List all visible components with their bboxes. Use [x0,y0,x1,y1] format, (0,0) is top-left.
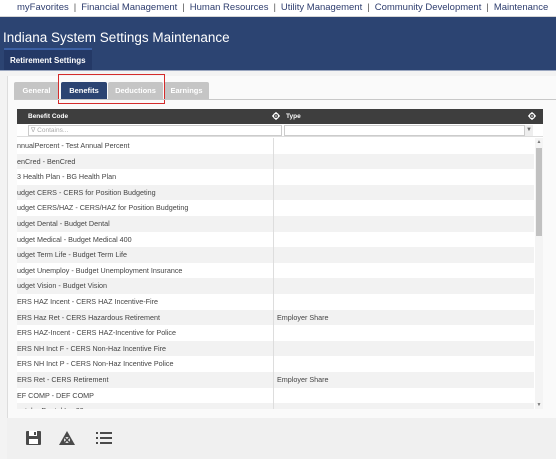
benefit-code-cell: ental- - Dental Ins 09 [17,403,273,409]
benefit-code-cell: nnualPercent - Test Annual Percent [17,141,130,150]
delete-icon[interactable] [58,430,76,446]
filter-row: ∇ Contains... ▼ [17,124,543,137]
benefit-code-cell: ERS Ret - CERS Retirement [17,374,109,384]
column-divider [273,138,274,409]
top-navigation: myFavorites | Financial Management | Human R… [0,0,556,17]
benefit-code-cell: 3 Health Plan - BG Health Plan [17,172,117,182]
benefit-code-cell: udget Medical - Budget Medical 400 [17,234,132,244]
grid-rows: nnualPercent - Test Annual Percent enCred… [17,138,534,409]
nav-separator: | [367,2,370,13]
save-icon[interactable] [25,430,43,446]
vertical-scrollbar[interactable]: ▲ ▼ [535,138,543,409]
benefit-code-cell: ERS NH Inct P - CERS Non-Haz Incentive P… [17,359,174,369]
nav-community-development[interactable]: Community Development [375,2,482,13]
benefit-code-cell: udget Term Life - Budget Term Life [17,250,127,260]
nav-separator: | [273,2,276,13]
table-row[interactable]: ERS NH Inct F - CERS Non-Haz Incentive F… [17,340,534,357]
list-icon[interactable] [95,430,113,446]
benefit-code-cell: ERS NH Inct F - CERS Non-Haz Incentive F… [17,343,166,353]
benefit-code-cell: udget Dental - Budget Dental [17,218,110,228]
nav-utility-management[interactable]: Utility Management [281,2,362,13]
type-filter-select[interactable] [284,125,533,136]
type-cell: Employer Share [277,312,329,322]
table-row[interactable]: udget CERS/HAZ - CERS/HAZ for Position B… [17,200,534,216]
table-row[interactable]: udget CERS - CERS for Position Budgeting [17,184,534,201]
table-row[interactable]: enCred - BenCred [17,153,534,170]
table-row[interactable]: nnualPercent - Test Annual Percent [17,138,534,154]
nav-separator: | [73,2,77,13]
table-row[interactable]: ental- - Dental Ins 09 [17,403,534,409]
benefit-code-cell: ERS Haz Ret - CERS Hazardous Retirement [17,312,160,322]
table-row[interactable]: udget Medical - Budget Medical 400 [17,232,534,248]
grid-header: Benefit Code Type [17,109,543,124]
table-row[interactable]: udget Vision - Budget Vision [17,278,534,294]
nav-myfavorites[interactable]: myFavorites [17,2,69,13]
nav-separator: | [486,2,489,13]
benefit-code-cell: ERS HAZ-Incent - CERS HAZ-Incentive for … [17,328,176,338]
table-row[interactable]: ERS HAZ Incent - CERS HAZ Incentive-Fire [17,294,534,310]
table-row[interactable]: ERS Ret - CERS Retirement Employer Share [17,371,534,388]
nav-human-resources[interactable]: Human Resources [190,2,269,13]
table-row[interactable]: udget Unemploy - Budget Unemployment Ins… [17,263,534,279]
divider [0,70,556,71]
footer-toolbar [7,418,556,459]
benefit-code-cell: udget Unemploy - Budget Unemployment Ins… [17,265,183,275]
tab-earnings[interactable]: Earnings [164,82,209,99]
scroll-up-icon[interactable]: ▲ [535,138,543,146]
table-row[interactable]: udget Term Life - Budget Term Life [17,247,534,263]
funnel-icon: ∇ [31,127,36,134]
benefit-code-cell: EF COMP - DEF COMP [17,390,94,400]
tab-retirement-settings[interactable]: Retirement Settings [4,48,92,70]
benefit-code-cell: udget Vision - Budget Vision [17,281,108,291]
gear-icon[interactable] [528,112,536,120]
gear-icon[interactable] [272,112,280,120]
chevron-down-icon[interactable]: ▼ [524,125,533,136]
benefit-code-cell: udget CERS/HAZ - CERS/HAZ for Position B… [17,203,189,213]
benefit-code-filter-input[interactable]: ∇ Contains... [28,125,282,136]
column-header-type[interactable]: Type [286,109,301,124]
scroll-down-icon[interactable]: ▼ [535,401,543,409]
nav-separator: | [182,2,185,13]
table-row[interactable]: ERS HAZ-Incent - CERS HAZ-Incentive for … [17,325,534,341]
tab-general[interactable]: General [14,82,59,99]
table-row[interactable]: 3 Health Plan - BG Health Plan [17,169,534,185]
type-cell: Employer Share [277,374,329,384]
scrollbar-thumb[interactable] [536,148,542,236]
nav-maintenance[interactable]: Maintenance [494,2,548,13]
nav-financial-management[interactable]: Financial Management [81,2,177,13]
table-row[interactable]: ERS Haz Ret - CERS Hazardous Retirement E… [17,309,534,326]
table-row[interactable]: EF COMP - DEF COMP [17,388,534,404]
benefit-code-cell: ERS HAZ Incent - CERS HAZ Incentive-Fire [17,296,158,306]
column-header-benefit-code[interactable]: Benefit Code [28,109,68,124]
tabs-divider [14,99,556,100]
benefits-grid: Benefit Code Type ∇ Contains... ▼ nnualP [17,109,543,409]
benefit-code-cell: enCred - BenCred [17,156,76,166]
table-row[interactable]: ERS NH Inct P - CERS Non-Haz Incentive P… [17,356,534,372]
page-title: Indiana System Settings Maintenance [3,30,230,45]
filter-placeholder: Contains... [37,127,69,134]
benefit-code-cell: udget CERS - CERS for Position Budgeting [17,187,156,197]
table-row[interactable]: udget Dental - Budget Dental [17,215,534,232]
